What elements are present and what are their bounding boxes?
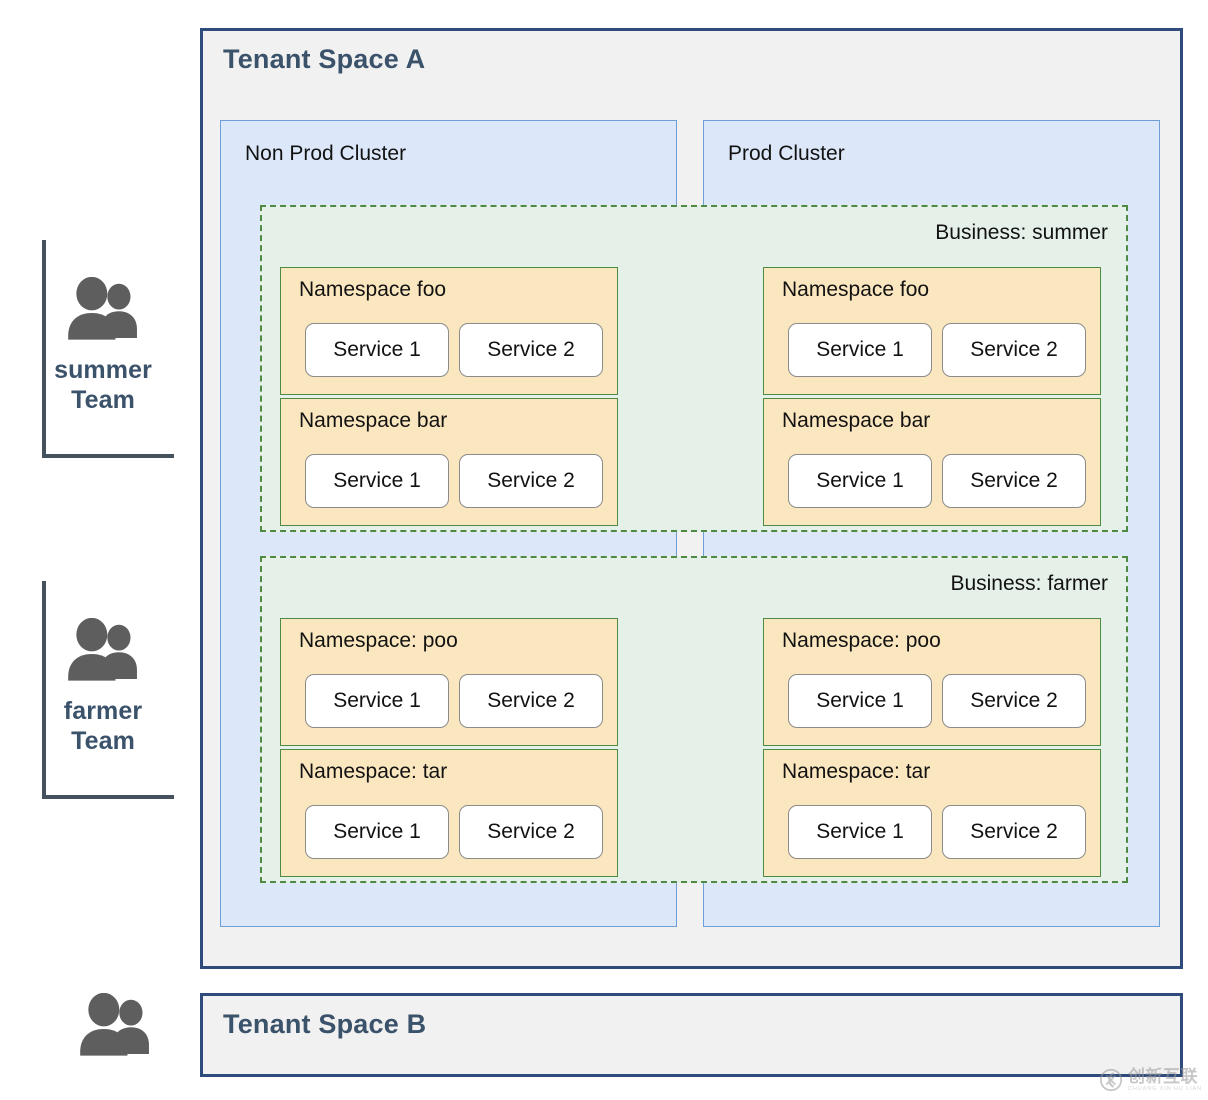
service-box[interactable]: Service 2 <box>942 323 1086 377</box>
team-name: summer <box>54 355 152 384</box>
service-box[interactable]: Service 1 <box>305 454 449 508</box>
namespace-title: Namespace bar <box>782 409 931 432</box>
namespace-box[interactable]: Namespace: poo Service 1 Service 2 <box>763 618 1101 746</box>
namespace-box[interactable]: Namespace bar Service 1 Service 2 <box>763 398 1101 526</box>
namespace-title: Namespace: poo <box>299 629 458 652</box>
team-name: farmer <box>63 696 143 725</box>
namespace-box[interactable]: Namespace bar Service 1 Service 2 <box>280 398 618 526</box>
business-farmer-label: Business: farmer <box>950 572 1108 595</box>
service-box[interactable]: Service 2 <box>459 323 603 377</box>
service-box[interactable]: Service 2 <box>459 454 603 508</box>
namespace-title: Namespace foo <box>299 278 447 301</box>
cx-logo-icon <box>1099 1068 1123 1092</box>
watermark-cn: 创新互联 <box>1128 1066 1199 1086</box>
namespace-title: Namespace bar <box>299 409 448 432</box>
namespace-box[interactable]: Namespace foo Service 1 Service 2 <box>763 267 1101 395</box>
watermark: 创新互联 CHUANG XIN HU LIAN <box>1099 1068 1202 1093</box>
people-icon <box>60 276 146 349</box>
namespace-title: Namespace: poo <box>782 629 941 652</box>
team-label: summer Team <box>54 355 152 416</box>
team-suffix: Team <box>71 727 135 755</box>
namespace-box[interactable]: Namespace: poo Service 1 Service 2 <box>280 618 618 746</box>
tenant-space-b-title: Tenant Space B <box>223 1009 427 1039</box>
service-box[interactable]: Service 2 <box>459 674 603 728</box>
service-box[interactable]: Service 2 <box>459 805 603 859</box>
service-box[interactable]: Service 1 <box>788 805 932 859</box>
team-group-summer: summer Team <box>28 240 178 458</box>
tenant-space-a-title: Tenant Space A <box>223 44 426 74</box>
cluster-non-prod-title: Non Prod Cluster <box>245 142 407 165</box>
service-box[interactable]: Service 2 <box>942 674 1086 728</box>
namespace-box[interactable]: Namespace: tar Service 1 Service 2 <box>280 749 618 877</box>
namespace-title: Namespace foo <box>782 278 930 301</box>
service-box[interactable]: Service 2 <box>942 805 1086 859</box>
namespace-title: Namespace: tar <box>299 760 448 783</box>
namespace-box[interactable]: Namespace: tar Service 1 Service 2 <box>763 749 1101 877</box>
cluster-prod-title: Prod Cluster <box>728 142 845 165</box>
namespace-box[interactable]: Namespace foo Service 1 Service 2 <box>280 267 618 395</box>
service-box[interactable]: Service 1 <box>305 674 449 728</box>
service-box[interactable]: Service 1 <box>788 323 932 377</box>
watermark-pinyin: CHUANG XIN HU LIAN <box>1128 1085 1202 1092</box>
diagram-canvas: summer Team farmer Team Tenant Space A N… <box>0 0 1208 1100</box>
people-icon <box>72 993 158 1065</box>
namespace-title: Namespace: tar <box>782 760 931 783</box>
team-suffix: Team <box>71 386 135 414</box>
business-summer-label: Business: summer <box>935 221 1108 244</box>
service-box[interactable]: Service 1 <box>788 674 932 728</box>
team-label: farmer Team <box>64 696 142 757</box>
service-box[interactable]: Service 2 <box>942 454 1086 508</box>
service-box[interactable]: Service 1 <box>305 323 449 377</box>
service-box[interactable]: Service 1 <box>788 454 932 508</box>
service-box[interactable]: Service 1 <box>305 805 449 859</box>
team-group-farmer: farmer Team <box>28 581 178 799</box>
people-icon <box>60 617 146 690</box>
